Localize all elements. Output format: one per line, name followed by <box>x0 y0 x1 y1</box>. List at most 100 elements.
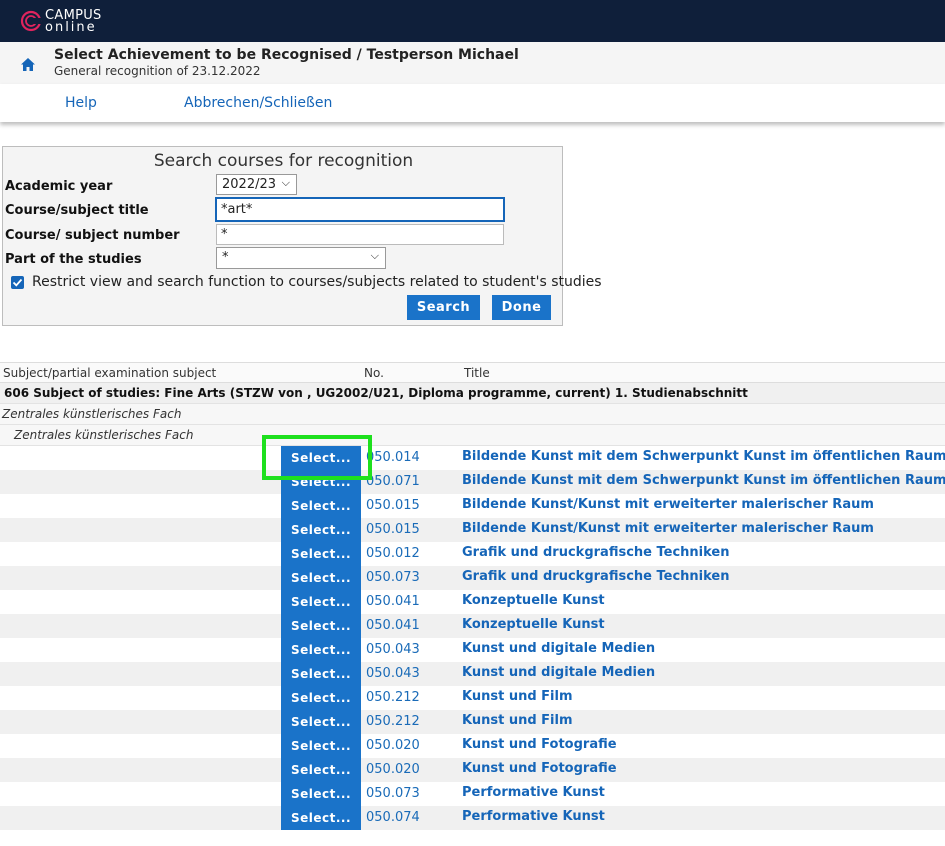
home-icon[interactable] <box>20 57 36 72</box>
course-title-link[interactable]: Kunst und digitale Medien <box>462 665 655 680</box>
logo-line2: online <box>45 20 97 35</box>
table-row: Select... 050.074 Performative Kunst <box>0 806 945 830</box>
course-number: 050.212 <box>366 714 420 729</box>
table-row: Select... 050.071 Bildende Kunst mit dem S… <box>0 470 945 494</box>
table-row: Select... 050.043 Kunst und digitale Medie… <box>0 662 945 686</box>
academic-year-value: 2022/23 <box>222 177 277 192</box>
course-number: 050.071 <box>366 474 420 489</box>
course-title-link[interactable]: Kunst und Fotografie <box>462 737 617 752</box>
table-row: Select... 050.015 Bildende Kunst/Kunst mit… <box>0 518 945 542</box>
course-number: 050.073 <box>366 786 420 801</box>
done-button[interactable]: Done <box>492 295 551 320</box>
nav-bar: Help Abbrechen/Schließen <box>0 84 945 122</box>
table-row: Select... 050.041 Konzeptuelle Kunst <box>0 614 945 638</box>
column-header-no: No. <box>364 366 384 380</box>
course-number: 050.020 <box>366 738 420 753</box>
select-button[interactable]: Select... <box>281 614 361 638</box>
subject-subsubgroup-row: Zentrales künstlerisches Fach <box>0 425 945 446</box>
course-title-link[interactable]: Konzeptuelle Kunst <box>462 617 605 632</box>
table-row: Select... 050.073 Performative Kunst <box>0 782 945 806</box>
course-title-link[interactable]: Performative Kunst <box>462 809 605 824</box>
campus-online-logo-icon <box>20 10 42 32</box>
restrict-checkbox[interactable] <box>11 276 24 289</box>
course-number-value: * <box>221 227 228 242</box>
table-row: Select... 050.012 Grafik und druckgrafisch… <box>0 542 945 566</box>
select-button[interactable]: Select... <box>281 446 361 470</box>
course-number: 050.043 <box>366 666 420 681</box>
course-title-link[interactable]: Kunst und Film <box>462 689 573 704</box>
table-row: Select... 050.212 Kunst und Film <box>0 710 945 734</box>
page-title: Select Achievement to be Recognised / Te… <box>54 47 519 63</box>
course-number: 050.014 <box>366 450 420 465</box>
course-number-input[interactable]: * <box>216 224 504 245</box>
subject-subgroup-row: Zentrales künstlerisches Fach <box>0 404 945 425</box>
table-row: Select... 050.041 Konzeptuelle Kunst <box>0 590 945 614</box>
table-row: Select... 050.014 Bildende Kunst mit dem S… <box>0 446 945 470</box>
select-button[interactable]: Select... <box>281 758 361 782</box>
select-button[interactable]: Select... <box>281 662 361 686</box>
course-title-link[interactable]: Bildende Kunst mit dem Schwerpunkt Kunst… <box>462 449 945 464</box>
select-button[interactable]: Select... <box>281 470 361 494</box>
part-of-studies-label: Part of the studies <box>5 252 142 267</box>
column-header-title: Title <box>464 366 490 380</box>
select-button[interactable]: Select... <box>281 518 361 542</box>
course-title-value: *art* <box>221 202 253 217</box>
course-title-link[interactable]: Bildende Kunst mit dem Schwerpunkt Kunst… <box>462 473 945 488</box>
academic-year-label: Academic year <box>5 179 113 194</box>
course-number: 050.043 <box>366 642 420 657</box>
column-header-subject: Subject/partial examination subject <box>3 366 217 380</box>
page-subtitle: General recognition of 23.12.2022 <box>54 64 261 78</box>
restrict-label: Restrict view and search function to cou… <box>32 274 602 290</box>
select-button[interactable]: Select... <box>281 782 361 806</box>
course-title-link[interactable]: Grafik und druckgrafische Techniken <box>462 569 730 584</box>
course-title-label: Course/subject title <box>5 203 149 218</box>
logo-text: CAMPUS online <box>45 9 102 35</box>
select-button[interactable]: Select... <box>281 590 361 614</box>
course-title-link[interactable]: Bildende Kunst/Kunst mit erweiterter mal… <box>462 497 874 512</box>
table-row: Select... 050.020 Kunst und Fotografie <box>0 734 945 758</box>
select-button[interactable]: Select... <box>281 734 361 758</box>
course-title-link[interactable]: Performative Kunst <box>462 785 605 800</box>
course-title-link[interactable]: Konzeptuelle Kunst <box>462 593 605 608</box>
course-title-link[interactable]: Grafik und druckgrafische Techniken <box>462 545 730 560</box>
course-number: 050.212 <box>366 690 420 705</box>
table-row: Select... 050.043 Kunst und digitale Medie… <box>0 638 945 662</box>
results-list: Select... 050.014 Bildende Kunst mit dem S… <box>0 446 945 830</box>
select-button[interactable]: Select... <box>281 710 361 734</box>
academic-year-select[interactable]: 2022/23 ⌵ <box>216 174 297 195</box>
course-number: 050.015 <box>366 522 420 537</box>
course-title-input[interactable]: *art* <box>215 197 505 222</box>
part-of-studies-value: * <box>222 250 229 265</box>
select-button[interactable]: Select... <box>281 806 361 830</box>
course-title-link[interactable]: Kunst und Film <box>462 713 573 728</box>
select-button[interactable]: Select... <box>281 686 361 710</box>
course-title-link[interactable]: Kunst und Fotografie <box>462 761 617 776</box>
select-button[interactable]: Select... <box>281 566 361 590</box>
course-number: 050.012 <box>366 546 420 561</box>
course-number: 050.041 <box>366 618 420 633</box>
table-row: Select... 050.073 Grafik und druckgrafisch… <box>0 566 945 590</box>
course-title-link[interactable]: Bildende Kunst/Kunst mit erweiterter mal… <box>462 521 874 536</box>
course-number: 050.015 <box>366 498 420 513</box>
search-panel-title: Search courses for recognition <box>153 151 414 171</box>
subject-subgroup-label: Zentrales künstlerisches Fach <box>2 407 182 421</box>
course-title-link[interactable]: Kunst und digitale Medien <box>462 641 655 656</box>
select-button[interactable]: Select... <box>281 494 361 518</box>
help-link[interactable]: Help <box>65 95 97 111</box>
select-button[interactable]: Select... <box>281 638 361 662</box>
page-header: Select Achievement to be Recognised / Te… <box>0 42 945 84</box>
course-number: 050.073 <box>366 570 420 585</box>
table-row: Select... 050.015 Bildende Kunst/Kunst mit… <box>0 494 945 518</box>
course-number: 050.020 <box>366 762 420 777</box>
subject-group-label: 606 Subject of studies: Fine Arts (STZW … <box>4 386 748 400</box>
cancel-close-link[interactable]: Abbrechen/Schließen <box>184 95 332 111</box>
subject-group-row: 606 Subject of studies: Fine Arts (STZW … <box>0 383 945 404</box>
search-button[interactable]: Search <box>407 295 480 320</box>
part-of-studies-select[interactable]: * ⌵ <box>216 247 386 269</box>
table-header: Subject/partial examination subject No. … <box>0 362 945 383</box>
course-number: 050.074 <box>366 810 420 825</box>
select-button[interactable]: Select... <box>281 542 361 566</box>
table-row: Select... 050.020 Kunst und Fotografie <box>0 758 945 782</box>
chevron-down-icon: ⌵ <box>370 249 379 262</box>
course-number: 050.041 <box>366 594 420 609</box>
